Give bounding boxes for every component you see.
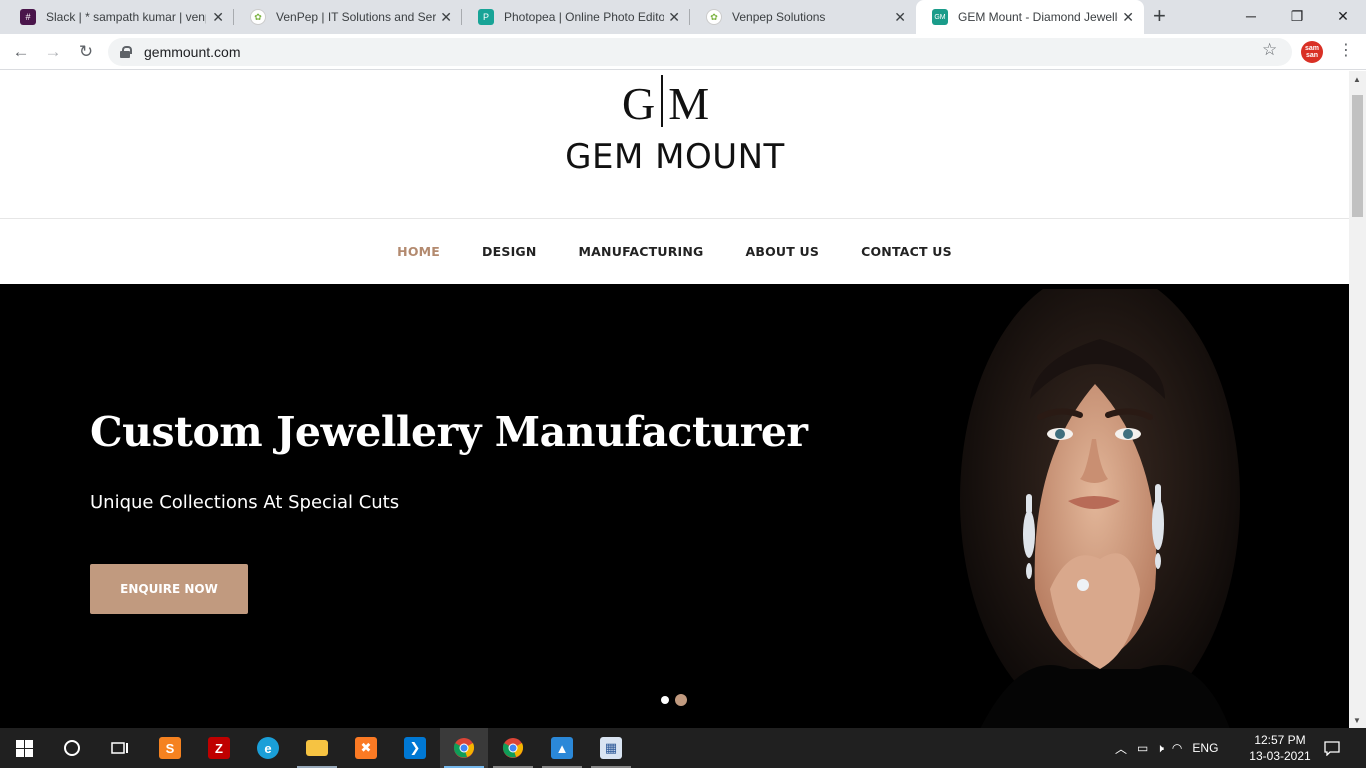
close-tab-icon[interactable]: ✕ [668, 9, 680, 25]
task-view-icon[interactable] [96, 728, 144, 768]
system-tray: ︿ ▭ 🕨 ◠ ENG [1115, 728, 1218, 768]
nav-design[interactable]: DESIGN [482, 244, 537, 259]
bookmark-star-icon[interactable]: ☆ [1262, 40, 1277, 60]
lock-icon[interactable] [120, 46, 132, 58]
close-window-button[interactable]: ✕ [1320, 0, 1366, 32]
close-tab-icon[interactable]: ✕ [1122, 9, 1134, 25]
photos-icon[interactable]: ▲ [538, 728, 586, 768]
site-header: GM GEM MOUNT [0, 71, 1349, 218]
nav-about-us[interactable]: ABOUT US [746, 244, 820, 259]
nav-manufacturing[interactable]: MANUFACTURING [579, 244, 704, 259]
scroll-up-arrow-icon[interactable]: ▲ [1353, 75, 1361, 84]
url-text[interactable]: gemmount.com [144, 44, 240, 60]
main-navigation: HOME DESIGN MANUFACTURING ABOUT US CONTA… [0, 218, 1349, 284]
close-tab-icon[interactable]: ✕ [894, 9, 906, 25]
gem-mount-favicon-icon: GM [932, 9, 948, 25]
windows-taskbar: S Z e ✖ ❯ ▲ ▦ ︿ ▭ 🕨 ◠ ENG 12:57 PM 13-03… [0, 728, 1366, 768]
tab-title: VenPep | IT Solutions and Servi [276, 10, 436, 24]
filezilla-icon[interactable]: Z [195, 728, 243, 768]
address-bar[interactable]: gemmount.com [108, 38, 1292, 66]
page-viewport: GM GEM MOUNT HOME DESIGN MANUFACTURING A… [0, 71, 1349, 728]
slide-dot-2-active[interactable] [675, 694, 687, 706]
logo-wordmark[interactable]: GEM MOUNT [560, 137, 790, 177]
wifi-icon[interactable]: ◠ [1172, 741, 1182, 755]
start-icon[interactable] [0, 728, 48, 768]
venpep-favicon-icon: ✿ [250, 9, 266, 25]
nav-home[interactable]: HOME [397, 244, 440, 259]
hero-slider: Custom Jewellery Manufacturer Unique Col… [0, 284, 1349, 728]
volume-muted-icon[interactable]: 🕨 [1156, 741, 1164, 756]
tab-venpep-solutions[interactable]: ✿ Venpep Solutions ✕ [690, 0, 916, 34]
input-language[interactable]: ENG [1192, 741, 1218, 755]
vscode-icon[interactable]: ❯ [391, 728, 439, 768]
nav-contact-us[interactable]: CONTACT US [861, 244, 952, 259]
battery-icon[interactable]: ▭ [1137, 741, 1148, 755]
logo-letter-g: G [622, 78, 657, 129]
file-explorer-icon[interactable] [293, 728, 341, 768]
restore-window-button[interactable]: ❐ [1274, 0, 1320, 32]
tab-title: Venpep Solutions [732, 10, 826, 24]
clock-date: 13-03-2021 [1249, 749, 1311, 763]
logo-letter-m: M [668, 78, 711, 129]
slack-favicon-icon: # [20, 9, 36, 25]
venpep-favicon-icon: ✿ [706, 9, 722, 25]
logo-mark[interactable]: GM [622, 75, 710, 130]
tab-title: GEM Mount - Diamond Jewelle [958, 10, 1118, 24]
browser-toolbar: ← → ↻ gemmount.com [0, 34, 1366, 70]
chrome-icon[interactable] [489, 728, 537, 768]
profile-avatar[interactable]: sam san [1301, 41, 1323, 63]
tab-venpep-it[interactable]: ✿ VenPep | IT Solutions and Servi ✕ [234, 0, 462, 34]
scroll-down-arrow-icon[interactable]: ▼ [1353, 716, 1361, 725]
hero-subtitle: Unique Collections At Special Cuts [90, 492, 400, 513]
model-portrait-image [960, 289, 1240, 728]
tab-slack[interactable]: # Slack | * sampath kumar | venp ✕ [4, 0, 234, 34]
chrome-icon-active[interactable] [440, 728, 488, 768]
clock-time: 12:57 PM [1254, 733, 1306, 747]
tab-gem-mount[interactable]: GM GEM Mount - Diamond Jewelle ✕ [916, 0, 1144, 34]
forward-button[interactable]: → [41, 40, 65, 64]
xampp-icon[interactable]: ✖ [342, 728, 390, 768]
show-hidden-icons-icon[interactable]: ︿ [1115, 740, 1127, 757]
tab-photopea[interactable]: P Photopea | Online Photo Editor ✕ [462, 0, 690, 34]
scrollbar-thumb[interactable] [1352, 95, 1363, 217]
tab-title: Slack | * sampath kumar | venp [46, 10, 206, 24]
sublime-text-icon[interactable]: S [146, 728, 194, 768]
close-tab-icon[interactable]: ✕ [212, 9, 224, 25]
slide-dot-1[interactable] [661, 696, 669, 704]
paint-icon[interactable]: ▦ [587, 728, 635, 768]
chrome-menu-icon[interactable]: ⋮ [1338, 40, 1354, 60]
back-button[interactable]: ← [9, 40, 33, 64]
slider-pagination [661, 694, 693, 706]
edge-icon[interactable]: e [244, 728, 292, 768]
logo-divider [661, 75, 664, 127]
system-clock[interactable]: 12:57 PM 13-03-2021 [1244, 732, 1316, 764]
browser-tab-strip: # Slack | * sampath kumar | venp ✕ ✿ Ven… [0, 0, 1366, 34]
close-tab-icon[interactable]: ✕ [440, 9, 452, 25]
cortana-icon[interactable] [48, 728, 96, 768]
hero-title: Custom Jewellery Manufacturer [90, 408, 808, 456]
enquire-now-button[interactable]: ENQUIRE NOW [90, 564, 248, 614]
reload-button[interactable]: ↻ [74, 40, 98, 64]
tab-title: Photopea | Online Photo Editor [504, 10, 664, 24]
minimize-window-button[interactable]: ─ [1228, 0, 1274, 32]
new-tab-button[interactable]: + [1153, 5, 1166, 27]
photopea-favicon-icon: P [478, 9, 494, 25]
action-center-icon[interactable] [1324, 728, 1340, 768]
page-scrollbar[interactable]: ▲ ▼ [1349, 71, 1366, 728]
